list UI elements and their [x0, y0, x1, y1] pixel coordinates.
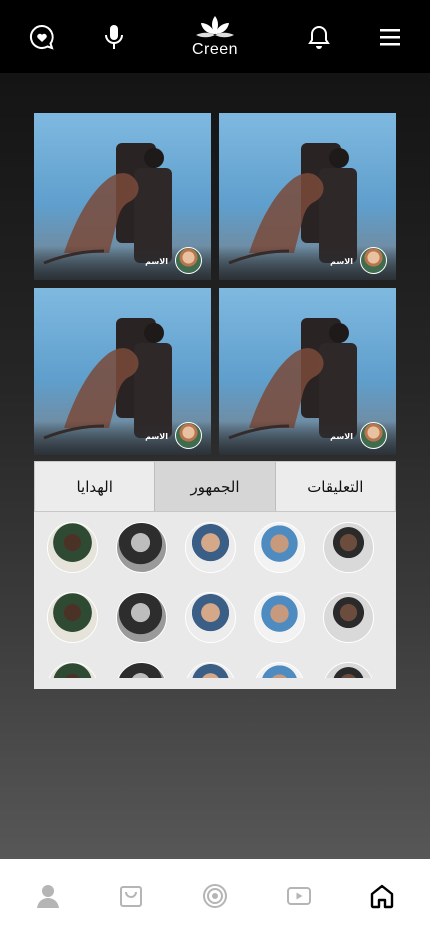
audience-avatar[interactable]: [185, 662, 236, 678]
audience-avatar[interactable]: [116, 522, 167, 573]
audience-avatar[interactable]: [254, 662, 305, 678]
audience-avatar[interactable]: [116, 592, 167, 643]
audience-avatar[interactable]: [323, 522, 374, 573]
audience-panel[interactable]: [34, 512, 396, 689]
participant-avatar: [360, 247, 387, 274]
audience-avatar[interactable]: [185, 592, 236, 643]
audience-avatar[interactable]: [47, 592, 98, 643]
participant-avatar: [360, 422, 387, 449]
room-tabs: التعليقات الجمهور الهدايا: [34, 461, 396, 512]
participant-grid: الاسم الاسم الاسم الاسم: [34, 113, 396, 457]
participant-name: الاسم: [145, 257, 168, 266]
audience-avatar[interactable]: [323, 662, 374, 678]
lotus-icon: [196, 16, 234, 38]
audience-avatar[interactable]: [185, 522, 236, 573]
home-icon[interactable]: [362, 876, 402, 916]
audience-avatar[interactable]: [47, 662, 98, 678]
top-bar: Creen: [0, 0, 430, 73]
participant-name: الاسم: [145, 432, 168, 441]
bottom-nav: [0, 859, 430, 932]
participant-tile[interactable]: الاسم: [34, 288, 211, 455]
target-icon[interactable]: [195, 876, 235, 916]
participant-tile[interactable]: الاسم: [219, 288, 396, 455]
tab-comments[interactable]: التعليقات: [274, 462, 395, 511]
tab-audience[interactable]: الجمهور: [154, 462, 275, 511]
menu-icon[interactable]: [375, 22, 405, 52]
audience-avatar[interactable]: [254, 592, 305, 643]
bag-icon[interactable]: [111, 876, 151, 916]
participant-avatar: [175, 422, 202, 449]
audience-avatar[interactable]: [116, 662, 167, 678]
tab-gifts[interactable]: الهدايا: [35, 462, 154, 511]
audience-avatar[interactable]: [323, 592, 374, 643]
video-icon[interactable]: [279, 876, 319, 916]
participant-tile[interactable]: الاسم: [219, 113, 396, 280]
audience-list[interactable]: [46, 522, 386, 678]
audience-avatar[interactable]: [254, 522, 305, 573]
participant-tile[interactable]: الاسم: [34, 113, 211, 280]
audience-avatar[interactable]: [47, 522, 98, 573]
participant-avatar: [175, 247, 202, 274]
bell-icon[interactable]: [304, 22, 334, 52]
microphone-icon[interactable]: [99, 22, 129, 52]
participant-name: الاسم: [330, 432, 353, 441]
participant-name: الاسم: [330, 257, 353, 266]
profile-icon[interactable]: [28, 876, 68, 916]
heart-chat-icon[interactable]: [27, 22, 57, 52]
logo-text: Creen: [191, 41, 239, 58]
app-logo: Creen: [185, 14, 245, 62]
live-room: الاسم الاسم الاسم الاسم التعليقات الجمهو…: [0, 73, 430, 859]
